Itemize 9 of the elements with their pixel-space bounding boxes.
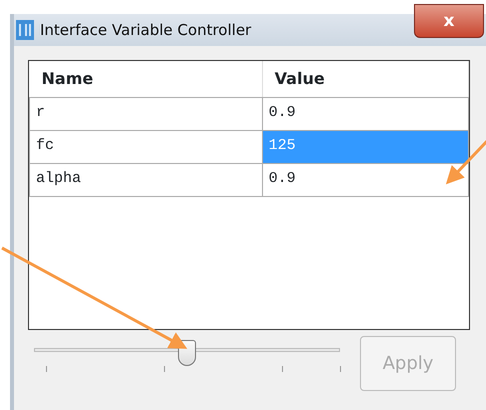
column-header[interactable]: Name xyxy=(30,61,262,97)
name-cell[interactable]: r xyxy=(30,97,262,130)
name-cell[interactable]: alpha xyxy=(30,163,262,196)
app-icon xyxy=(16,20,34,40)
value-cell[interactable]: 0.9 xyxy=(262,163,468,196)
value-cell[interactable]: 0.9 xyxy=(262,97,468,130)
column-header[interactable]: Value xyxy=(262,61,468,97)
window-title: Interface Variable Controller xyxy=(40,20,252,41)
name-cell[interactable]: fc xyxy=(30,130,262,163)
